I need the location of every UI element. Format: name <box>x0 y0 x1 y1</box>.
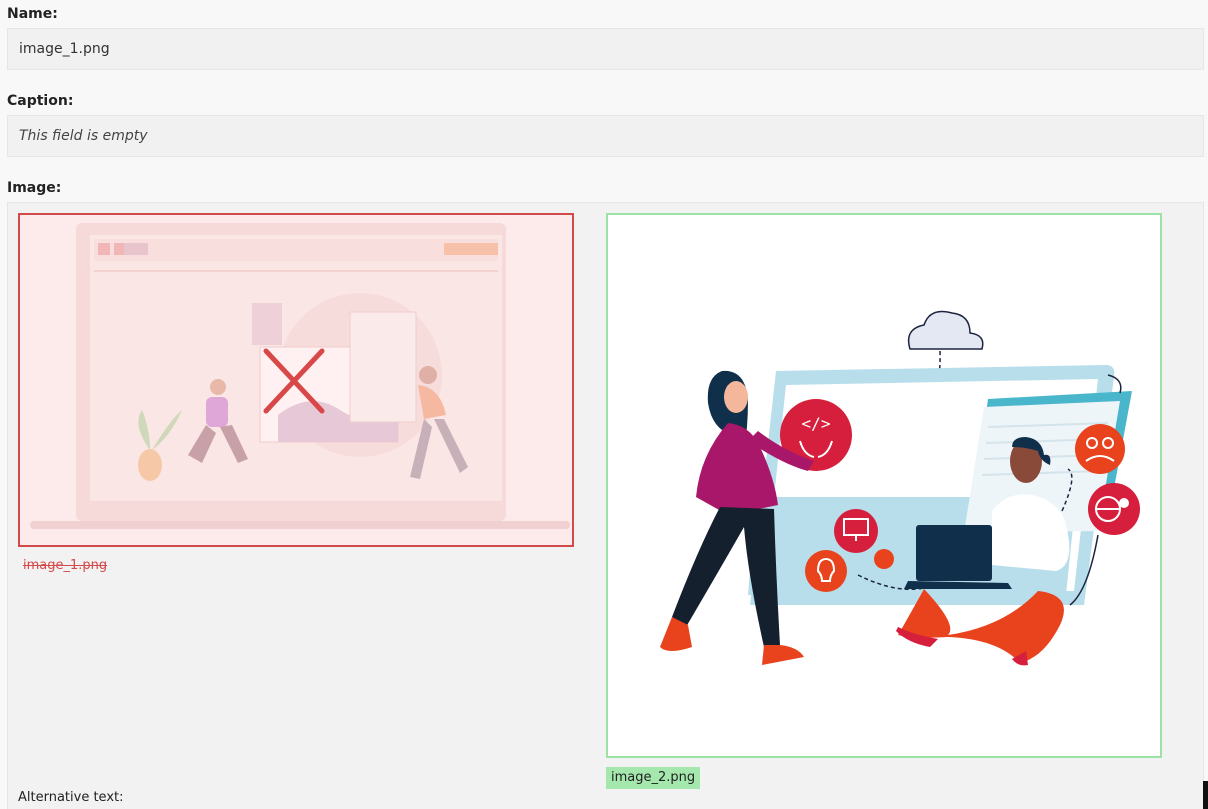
name-field: image_1.png <box>7 28 1204 70</box>
image-label: Image: <box>7 180 62 196</box>
scroll-edge-marker <box>1203 781 1208 809</box>
new-image-illustration: </> <box>660 310 1140 666</box>
comparison-view: Name: image_1.png Caption: This field is… <box>0 0 1208 809</box>
laptop <box>916 525 992 581</box>
side-panel <box>349 311 417 423</box>
old-image[interactable] <box>18 213 574 547</box>
idea-icon <box>805 550 847 592</box>
editor-toolbar <box>94 239 498 261</box>
person-walking <box>419 366 437 384</box>
old-image-filename: image_1.png <box>23 558 108 573</box>
caption-field: This field is empty <box>7 115 1204 157</box>
name-label: Name: <box>7 6 58 22</box>
laptop-base <box>30 521 570 529</box>
new-image[interactable]: </> <box>606 213 1162 758</box>
old-image-thumbnail <box>30 223 570 529</box>
new-image-filename: image_2.png <box>606 767 701 789</box>
alt-text-label: Alternative text: <box>18 790 124 805</box>
cloud-icon <box>907 310 984 350</box>
globe-user-icon <box>1088 483 1140 535</box>
person-kneeling <box>210 379 226 395</box>
team-icon <box>1075 424 1125 474</box>
svg-text:</>: </> <box>802 414 831 433</box>
plant-pot <box>138 449 162 481</box>
small-dot <box>874 549 894 569</box>
publish-button-hint <box>444 243 498 255</box>
caption-label: Caption: <box>7 93 74 109</box>
css-monitor-icon <box>834 509 878 553</box>
